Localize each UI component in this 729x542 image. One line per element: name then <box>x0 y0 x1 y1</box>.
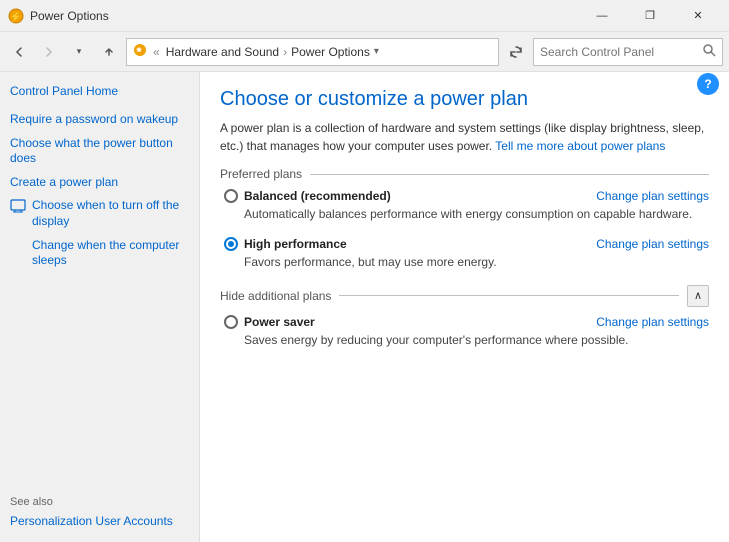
content-area: Choose or customize a power plan A power… <box>200 72 729 542</box>
sidebar-item-turn-off-display-label: Choose when to turn off the display <box>32 198 189 229</box>
plan-hp-desc: Favors performance, but may use more ene… <box>244 254 709 271</box>
plan-balanced-header: Balanced (recommended) Change plan setti… <box>224 189 709 203</box>
preferred-plans-divider <box>310 174 709 175</box>
help-button[interactable]: ? <box>697 73 719 95</box>
sidebar-user-accounts-link[interactable]: User Accounts <box>95 514 172 528</box>
breadcrumb-arrow: › <box>283 45 287 59</box>
breadcrumb-separator: « <box>153 45 160 59</box>
window-title: Power Options <box>30 9 579 23</box>
main-container: Control Panel Home Require a password on… <box>0 72 729 542</box>
additional-plans-toggle[interactable]: ∧ <box>687 285 709 307</box>
plan-ps-radio[interactable] <box>224 315 238 329</box>
breadcrumb-dropdown-icon: ▾ <box>374 46 379 57</box>
sidebar-item-computer-sleeps[interactable]: Change when the computer sleeps <box>10 238 189 269</box>
refresh-button[interactable] <box>503 39 529 65</box>
see-also-section: See also Personalization User Accounts <box>10 484 189 530</box>
more-info-link[interactable]: Tell me more about power plans <box>495 139 665 153</box>
plan-ps-title-row: Power saver <box>224 315 315 329</box>
page-title: Choose or customize a power plan <box>220 88 709 111</box>
plan-hp-radio[interactable] <box>224 237 238 251</box>
sidebar-links: Require a password on wakeup Choose what… <box>10 112 189 269</box>
plan-ps-name: Power saver <box>244 315 315 329</box>
window-controls: — ❐ ✕ <box>579 0 721 32</box>
preferred-plans-header: Preferred plans <box>220 167 709 181</box>
additional-plans-line <box>339 295 679 296</box>
sidebar-item-computer-sleeps-label: Change when the computer sleeps <box>32 238 189 269</box>
breadcrumb-icon <box>133 43 147 60</box>
search-box <box>533 38 723 66</box>
preferred-plans-label: Preferred plans <box>220 167 302 181</box>
plan-ps-desc: Saves energy by reducing your computer's… <box>244 332 709 349</box>
plan-balanced-desc: Automatically balances performance with … <box>244 206 709 223</box>
plan-hp-change-link[interactable]: Change plan settings <box>596 237 709 251</box>
restore-button[interactable]: ❐ <box>627 0 673 32</box>
search-input[interactable] <box>540 45 703 59</box>
address-bar: ▾ « Hardware and Sound › Power Options ▾ <box>0 32 729 72</box>
plan-hp-title-row: High performance <box>224 237 347 251</box>
additional-plans-header: Hide additional plans ∧ <box>220 285 709 307</box>
plan-hp-header: High performance Change plan settings <box>224 237 709 251</box>
close-button[interactable]: ✕ <box>675 0 721 32</box>
recent-button[interactable]: ▾ <box>66 39 92 65</box>
plan-item-high-performance: High performance Change plan settings Fa… <box>220 237 709 271</box>
plan-balanced-name: Balanced (recommended) <box>244 189 391 203</box>
breadcrumb-bar: « Hardware and Sound › Power Options ▾ <box>126 38 499 66</box>
window-icon: ⚡ <box>8 8 24 24</box>
content-description: A power plan is a collection of hardware… <box>220 119 709 155</box>
title-bar: ⚡ Power Options — ❐ ✕ <box>0 0 729 32</box>
plan-balanced-change-link[interactable]: Change plan settings <box>596 189 709 203</box>
sidebar-personalization-link[interactable]: Personalization <box>10 514 92 528</box>
minimize-button[interactable]: — <box>579 0 625 32</box>
search-button[interactable] <box>703 44 716 60</box>
additional-plans-label: Hide additional plans <box>220 289 331 303</box>
plan-item-power-saver: Power saver Change plan settings Saves e… <box>220 315 709 349</box>
breadcrumb-parent[interactable]: Hardware and Sound <box>166 45 279 59</box>
plan-item-balanced: Balanced (recommended) Change plan setti… <box>220 189 709 223</box>
sidebar-item-require-password[interactable]: Require a password on wakeup <box>10 112 189 128</box>
svg-text:⚡: ⚡ <box>10 10 22 23</box>
radio-dot <box>228 241 234 247</box>
breadcrumb-current: Power Options <box>291 45 370 59</box>
up-button[interactable] <box>96 39 122 65</box>
sidebar: Control Panel Home Require a password on… <box>0 72 200 542</box>
forward-button[interactable] <box>36 39 62 65</box>
sidebar-item-create-plan[interactable]: Create a power plan <box>10 175 189 191</box>
back-button[interactable] <box>6 39 32 65</box>
monitor-icon <box>10 198 26 217</box>
plan-balanced-radio[interactable] <box>224 189 238 203</box>
see-also-label: See also <box>10 496 189 508</box>
moon-icon <box>10 238 26 257</box>
plan-ps-change-link[interactable]: Change plan settings <box>596 315 709 329</box>
plan-balanced-title-row: Balanced (recommended) <box>224 189 391 203</box>
plan-ps-header: Power saver Change plan settings <box>224 315 709 329</box>
sidebar-home-link[interactable]: Control Panel Home <box>10 84 189 98</box>
plan-hp-name: High performance <box>244 237 347 251</box>
sidebar-item-turn-off-display[interactable]: Choose when to turn off the display <box>10 198 189 229</box>
sidebar-item-power-button[interactable]: Choose what the power button does <box>10 136 189 167</box>
